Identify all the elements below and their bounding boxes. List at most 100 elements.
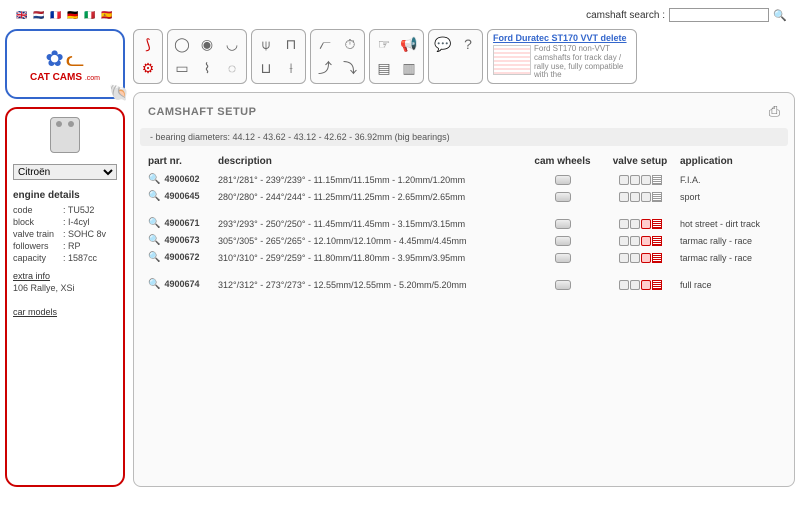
magnify-icon[interactable]: 🔍 bbox=[148, 235, 160, 246]
tool-group-3: ⍦ ⊓ ⊔ ⟊ bbox=[251, 29, 306, 84]
horn-icon[interactable]: 📢 bbox=[398, 33, 420, 55]
th-desc: description bbox=[218, 156, 525, 167]
part-number[interactable]: 4900674 bbox=[164, 279, 199, 289]
description: 293°/293° - 250°/250° - 11.45mm/11.45mm … bbox=[218, 219, 525, 229]
promo-title[interactable]: Ford Duratec ST170 VVT delete bbox=[493, 33, 631, 43]
page-icon[interactable]: ▥ bbox=[398, 57, 420, 79]
part-number[interactable]: 4900645 bbox=[164, 191, 199, 201]
spring-icon[interactable]: ⌇ bbox=[196, 57, 218, 79]
curve-icon[interactable]: ⤴ bbox=[314, 57, 336, 79]
table-row: 🔍4900672310°/310° - 259°/259° - 11.80mm/… bbox=[140, 249, 788, 266]
gauge-icon[interactable]: ⏱ bbox=[339, 33, 361, 55]
description: 280°/280° - 244°/244° - 11.25mm/11.25mm … bbox=[218, 192, 525, 202]
pulley-icon[interactable]: ◯ bbox=[171, 33, 193, 55]
magnify-icon[interactable]: 🔍 bbox=[148, 279, 160, 290]
tool-group-4: ⦧ ⏱ ⤴ ⤵ bbox=[310, 29, 365, 84]
cam-wheels-icon[interactable] bbox=[525, 219, 600, 229]
application: hot street - dirt track bbox=[680, 219, 780, 229]
bolt-icon[interactable]: ⟊ bbox=[280, 57, 302, 79]
chart-icon[interactable]: ⤵ bbox=[339, 57, 361, 79]
cam-wheels-icon[interactable] bbox=[525, 253, 600, 263]
car-models-link[interactable]: car models bbox=[13, 307, 117, 317]
shim-icon[interactable]: ◌ bbox=[221, 57, 243, 79]
language-flags: 🇬🇧 🇳🇱 🇫🇷 🇩🇪 🇮🇹 🇪🇸 bbox=[15, 10, 114, 20]
description: 281°/281° - 239°/239° - 11.15mm/11.15mm … bbox=[218, 175, 525, 185]
gear-icon[interactable]: ⚙ bbox=[137, 57, 159, 79]
print-icon[interactable]: ⎙ bbox=[769, 103, 780, 120]
flag-es[interactable]: 🇪🇸 bbox=[100, 10, 114, 20]
detail-label: capacity bbox=[13, 253, 63, 263]
description: 305°/305° - 265°/265° - 12.10mm/12.10mm … bbox=[218, 236, 525, 246]
detail-value: : SOHC 8v bbox=[63, 229, 106, 239]
promo-image bbox=[493, 45, 531, 75]
graph-icon[interactable]: ⦧ bbox=[314, 33, 336, 55]
detail-value: : RP bbox=[63, 241, 81, 251]
engine-diagram-icon bbox=[13, 117, 117, 156]
application: F.I.A. bbox=[680, 175, 780, 185]
search-input[interactable] bbox=[669, 8, 769, 22]
content-title: CAMSHAFT SETUP bbox=[148, 106, 256, 118]
flag-uk[interactable]: 🇬🇧 bbox=[15, 10, 29, 20]
table-row: 🔍 4900673 305°/305° - 265°/265° - 12.10mm/… bbox=[140, 232, 788, 249]
detail-label: code bbox=[13, 205, 63, 215]
piston-icon[interactable]: ⊓ bbox=[280, 33, 302, 55]
flag-nl[interactable]: 🇳🇱 bbox=[32, 10, 46, 20]
part-number[interactable]: 4900673 bbox=[164, 235, 199, 245]
shell-icon: 🐚 bbox=[109, 83, 129, 103]
valve-setup-icons[interactable] bbox=[600, 280, 680, 290]
doc-icon[interactable]: ▤ bbox=[373, 57, 395, 79]
th-part: part nr. bbox=[148, 156, 218, 167]
part-number[interactable]: 4900602 bbox=[164, 174, 199, 184]
table-row: 🔍 4900645 280°/280° - 244°/244° - 11.25mm/… bbox=[140, 188, 788, 205]
application: sport bbox=[680, 192, 780, 202]
application: tarmac rally - race bbox=[680, 253, 780, 263]
magnify-icon[interactable]: 🔍 bbox=[148, 218, 160, 229]
hand-icon[interactable]: ☞ bbox=[373, 33, 395, 55]
magnify-icon[interactable]: 🔍 bbox=[148, 174, 160, 185]
tool-group-2: ◯ ◉ ◡ ▭ ⌇ ◌ bbox=[167, 29, 247, 84]
valve-setup-icons[interactable] bbox=[600, 253, 680, 263]
cam-wheels-icon[interactable] bbox=[525, 236, 600, 246]
extra-info-text: 106 Rallye, XSi bbox=[13, 283, 117, 293]
guide-icon[interactable]: ⊔ bbox=[255, 57, 277, 79]
valve-icon[interactable]: ⍦ bbox=[255, 33, 277, 55]
flag-fr[interactable]: 🇫🇷 bbox=[49, 10, 63, 20]
th-app: application bbox=[680, 156, 780, 167]
camshaft-icon[interactable]: ⟆ bbox=[137, 33, 159, 55]
part-number[interactable]: 4900671 bbox=[164, 218, 199, 228]
detail-value: : TU5J2 bbox=[63, 205, 94, 215]
help-icon[interactable]: ? bbox=[457, 33, 479, 55]
brand-select[interactable]: Citroën bbox=[13, 164, 117, 180]
flag-it[interactable]: 🇮🇹 bbox=[83, 10, 97, 20]
th-valve: valve setup bbox=[600, 156, 680, 167]
valve-setup-icons[interactable] bbox=[600, 219, 680, 229]
valve-setup-icons[interactable] bbox=[600, 192, 680, 202]
extra-info-link[interactable]: extra info bbox=[13, 271, 117, 281]
logo-suffix: .com bbox=[85, 75, 100, 82]
engine-details-title: engine details bbox=[13, 190, 117, 201]
cam-wheels-icon[interactable] bbox=[525, 175, 600, 185]
table-row: 🔍 4900602 281°/281° - 239°/239° - 11.15mm/… bbox=[140, 171, 788, 188]
cam-wheels-icon[interactable] bbox=[525, 192, 600, 202]
magnify-icon[interactable]: 🔍 bbox=[148, 252, 160, 263]
tool-group-1: ⟆ ⚙ bbox=[133, 29, 163, 84]
search-icon[interactable]: 🔍 bbox=[773, 9, 785, 21]
valve-setup-icons[interactable] bbox=[600, 175, 680, 185]
lifter-icon[interactable]: ▭ bbox=[171, 57, 193, 79]
logo-cat-blue-icon: ✿ bbox=[45, 46, 63, 72]
magnify-icon[interactable]: 🔍 bbox=[148, 191, 160, 202]
table-row: 🔍 4900671 293°/293° - 250°/250° - 11.45mm/… bbox=[140, 215, 788, 232]
retainer-icon[interactable]: ◉ bbox=[196, 33, 218, 55]
detail-value: : I-4cyl bbox=[63, 217, 90, 227]
cam-wheels-icon[interactable] bbox=[525, 280, 600, 290]
seat-icon[interactable]: ◡ bbox=[221, 33, 243, 55]
search-label: camshaft search : bbox=[586, 10, 665, 21]
detail-label: followers bbox=[13, 241, 63, 251]
th-wheels: cam wheels bbox=[525, 156, 600, 167]
flag-de[interactable]: 🇩🇪 bbox=[66, 10, 80, 20]
valve-setup-icons[interactable] bbox=[600, 236, 680, 246]
part-number[interactable]: 4900672 bbox=[164, 252, 199, 262]
chat-icon[interactable]: 💬 bbox=[432, 33, 454, 55]
logo[interactable]: ✿ ᓚ CAT CAMS .com 🐚 bbox=[5, 29, 125, 99]
tool-group-5: ☞ 📢 ▤ ▥ bbox=[369, 29, 424, 84]
